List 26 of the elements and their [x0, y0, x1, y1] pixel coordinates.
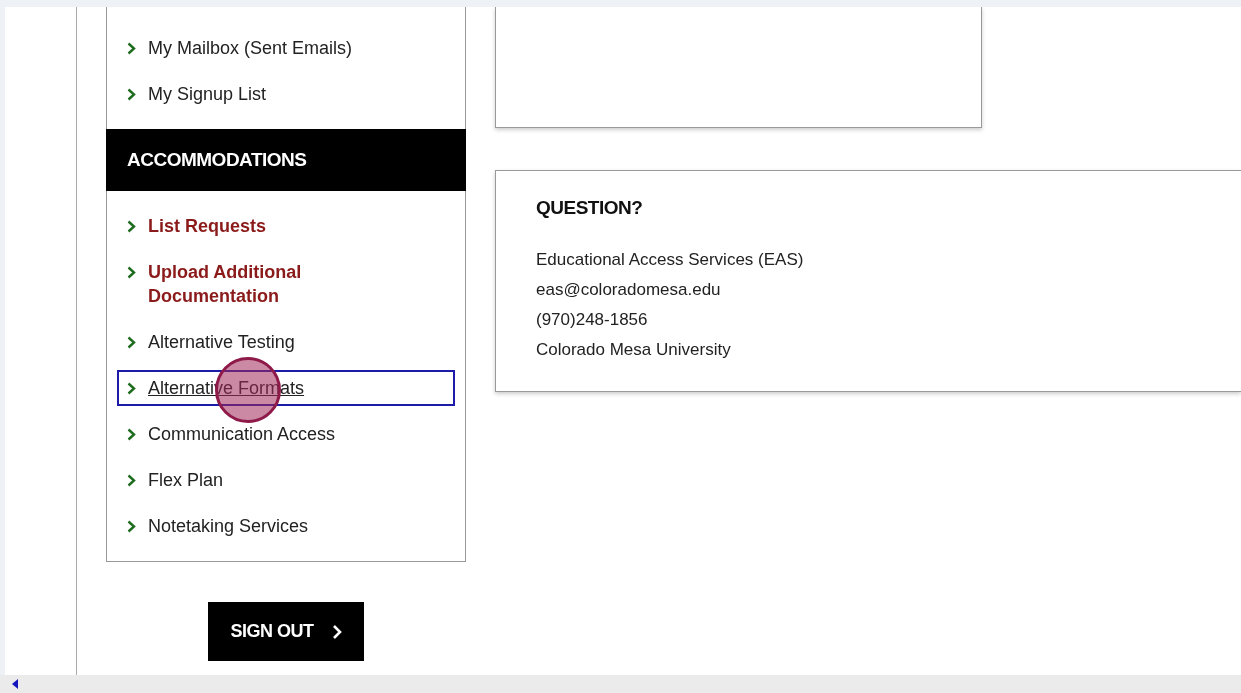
contact-line: eas@coloradomesa.edu — [536, 279, 722, 301]
chevron-icon — [127, 88, 136, 101]
chevron-icon — [127, 474, 136, 487]
chevron-icon — [331, 623, 342, 640]
card-title: QUESTION? — [536, 197, 644, 219]
contact-line: Colorado Mesa University — [536, 339, 732, 361]
sign-out-button[interactable]: SIGN OUT — [208, 602, 364, 661]
sidebar-link[interactable]: My Signup List — [127, 78, 453, 110]
chevron-icon — [127, 266, 136, 279]
sidebar-link[interactable]: Upload Additional Documentation — [127, 256, 453, 312]
sidebar-link[interactable]: My Mailbox (Sent Emails) — [127, 32, 453, 64]
chevron-icon — [127, 220, 136, 233]
chevron-icon — [127, 382, 136, 395]
section-heading: ACCOMMODATIONS — [106, 129, 466, 191]
sidebar-link[interactable]: Alternative Testing — [127, 326, 453, 358]
sidebar-link[interactable]: Flex Plan — [127, 464, 453, 496]
contact-line: (970)248-1856 — [536, 309, 649, 331]
sidebar-link[interactable]: Notetaking Services — [127, 510, 453, 542]
scroll-left-icon[interactable] — [12, 679, 18, 689]
chevron-icon — [127, 42, 136, 55]
chevron-icon — [127, 520, 136, 533]
sidebar-link[interactable]: Communication Access — [127, 418, 453, 450]
sidebar-link[interactable]: List Requests — [127, 210, 453, 242]
chevron-icon — [127, 428, 136, 441]
contact-line: Educational Access Services (EAS) — [536, 249, 805, 271]
chevron-icon — [127, 336, 136, 349]
